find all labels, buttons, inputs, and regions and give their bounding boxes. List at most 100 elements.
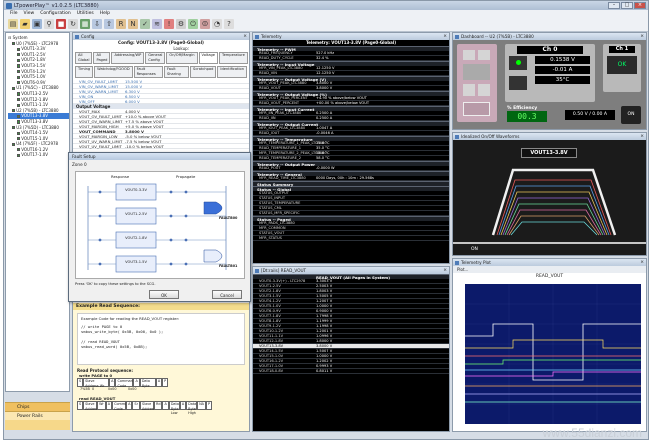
nvm-icon[interactable]: N xyxy=(128,19,138,29)
tree-item[interactable]: VOUT17-1.0V xyxy=(8,152,69,158)
checkbox-icon[interactable] xyxy=(12,142,16,146)
panel-close-icon[interactable]: × xyxy=(640,33,644,40)
checkbox-icon[interactable] xyxy=(17,103,21,107)
telemetry-icon[interactable]: ≋ xyxy=(152,19,162,29)
help-icon[interactable]: ? xyxy=(224,19,234,29)
plot-tab[interactable]: Plot... xyxy=(453,266,646,273)
channel-box[interactable] xyxy=(115,183,157,201)
component-icon xyxy=(478,50,490,60)
checkbox-icon[interactable] xyxy=(12,109,16,113)
checkbox-icon[interactable] xyxy=(17,81,21,85)
checkbox-icon[interactable] xyxy=(17,148,21,152)
tab-fault-responses[interactable]: Fault Responses xyxy=(133,66,163,78)
panel-close-icon[interactable]: × xyxy=(443,33,447,40)
fault-log-icon[interactable]: ! xyxy=(164,19,174,29)
checkbox-icon[interactable] xyxy=(17,58,21,62)
tab-temperature[interactable]: Temperature xyxy=(219,52,248,64)
minimize-button[interactable]: – xyxy=(608,2,620,9)
panel-close-icon[interactable]: × xyxy=(243,33,247,40)
checkbox-icon[interactable] xyxy=(17,97,21,102)
clear-faults-icon[interactable]: ✓ xyxy=(140,19,150,29)
config-tabs-row2: Timing Watchdog/FGOOD Fault Responses Fa… xyxy=(73,65,249,79)
cancel-button[interactable]: Cancel xyxy=(212,290,242,299)
table-row[interactable]: VOUT_UV_FAULT_LIMIT -10.0 % below VOUT xyxy=(73,144,249,149)
save-icon[interactable]: ▣ xyxy=(32,19,42,29)
settings-icon[interactable]: ⚙ xyxy=(176,19,186,29)
checkbox-icon[interactable] xyxy=(17,114,21,118)
close-button[interactable]: × xyxy=(634,2,646,9)
tab-timing[interactable]: Timing xyxy=(75,66,94,78)
example-section: Example Read Sequence: Example Code for … xyxy=(73,303,249,431)
nav-power-rails[interactable]: Power Rails xyxy=(5,411,70,420)
telemetry-plot-panel: Telemetry Plot × Plot... READ_VOUT xyxy=(452,258,647,432)
checkbox-icon[interactable] xyxy=(17,92,21,96)
panel-close-icon[interactable]: × xyxy=(640,133,644,140)
on-toggle-button[interactable]: ON xyxy=(621,106,641,124)
checkbox-icon[interactable] xyxy=(12,86,16,90)
ram-icon[interactable]: R xyxy=(116,19,126,29)
rail-value: 0.9993 V xyxy=(316,364,333,368)
seq-cell: Data Byte High xyxy=(186,401,198,415)
power-on-icon[interactable]: ⏻ xyxy=(188,19,198,29)
rail-name: VOUT1-2.5V xyxy=(259,284,281,288)
tab-on-off-margin[interactable]: On/Off/Margin xyxy=(166,52,198,64)
panel-close-icon[interactable]: × xyxy=(640,259,644,266)
checkbox-icon[interactable] xyxy=(17,131,21,135)
menu-configuration[interactable]: Configuration xyxy=(40,10,71,17)
menu-help[interactable]: Help xyxy=(100,10,110,17)
read-device-icon[interactable]: ⇩ xyxy=(92,19,102,29)
nav-chips[interactable]: Chips xyxy=(5,402,70,411)
status-row[interactable]: MFR_STATUS xyxy=(253,236,449,241)
menu-file[interactable]: File xyxy=(10,10,18,17)
rail-value: 1.8003 V xyxy=(316,289,333,293)
checkbox-icon[interactable] xyxy=(17,153,21,158)
checkbox-icon[interactable] xyxy=(17,64,21,68)
left-nav: Chips Power Rails xyxy=(5,402,70,430)
tab-fault-sharing[interactable]: Fault Sharing xyxy=(163,66,190,78)
checkbox-icon[interactable] xyxy=(17,69,21,74)
table-row[interactable]: VOUT18-0.8V 0.8011 V xyxy=(253,369,449,374)
checkbox-icon[interactable] xyxy=(17,137,21,141)
tab-watchdog[interactable]: Watchdog/FGOOD xyxy=(94,66,133,78)
rail-name: VOUT3-1.5V xyxy=(259,294,281,298)
channel-box[interactable] xyxy=(115,207,157,225)
system-tree-panel: ⊟ System U0 (7%5E) - LTC2978 VOUT1-3.3V … xyxy=(5,32,70,392)
maximize-button[interactable]: □ xyxy=(621,2,633,9)
menu-view[interactable]: View xyxy=(24,10,35,17)
channel-box[interactable] xyxy=(115,255,157,273)
tab-all-paged[interactable]: All Paged xyxy=(93,52,111,64)
rail-name: VOUT13-3.8V xyxy=(259,344,284,348)
ok-button[interactable]: OK xyxy=(149,290,179,299)
stop-icon[interactable]: ■ xyxy=(56,19,66,29)
tab-voltage[interactable]: Voltage xyxy=(198,52,219,64)
window-title: LTpowerPlay™ v1.0.2.5 (LTC3880) xyxy=(14,2,99,9)
power-off-icon[interactable]: ⏼ xyxy=(200,19,210,29)
read-vout-tab[interactable]: [Dt:rails] READ_VOUT × xyxy=(253,267,449,274)
checkbox-icon[interactable] xyxy=(17,120,21,124)
checkbox-icon[interactable] xyxy=(17,75,21,79)
menu-utilities[interactable]: Utilities xyxy=(77,10,94,17)
rail-name: VOUT6-0.9V xyxy=(259,309,281,313)
checkbox-icon[interactable] xyxy=(17,53,21,57)
checkbox-icon[interactable] xyxy=(12,125,16,130)
checkbox-icon[interactable] xyxy=(17,47,21,51)
tab-all-global[interactable]: All Global xyxy=(75,52,93,64)
channel-box[interactable] xyxy=(115,231,157,249)
plot-icon xyxy=(455,260,459,265)
seq-value: 7%5B 0 xyxy=(80,387,95,391)
refresh-icon[interactable]: ↻ xyxy=(68,19,78,29)
chip-icon[interactable]: ▦ xyxy=(80,19,90,29)
tab-addressing[interactable]: Addressing/WP xyxy=(111,52,145,64)
checkbox-icon[interactable] xyxy=(12,42,16,46)
tab-general-config[interactable]: General Config xyxy=(145,52,166,64)
panel-close-icon[interactable]: × xyxy=(443,267,447,274)
dashboard-panel: Dashboard -- U2 (7%5B) - LTC3880 × Ch 0 0… xyxy=(452,32,647,130)
search-icon[interactable]: ⚲ xyxy=(44,19,54,29)
tab-scratchpad[interactable]: Scratchpad xyxy=(190,66,217,78)
dashboard-icon[interactable]: ◔ xyxy=(212,19,222,29)
new-file-icon[interactable]: ▤ xyxy=(8,19,18,29)
read-vout-rows: VOUT0-3.3V(+) - LTC2978 3.3003 V VOUT1-2.5… xyxy=(253,279,449,374)
tab-identification[interactable]: Identification xyxy=(217,66,247,78)
open-folder-icon[interactable]: ▰ xyxy=(20,19,30,29)
write-device-icon[interactable]: ⇧ xyxy=(104,19,114,29)
